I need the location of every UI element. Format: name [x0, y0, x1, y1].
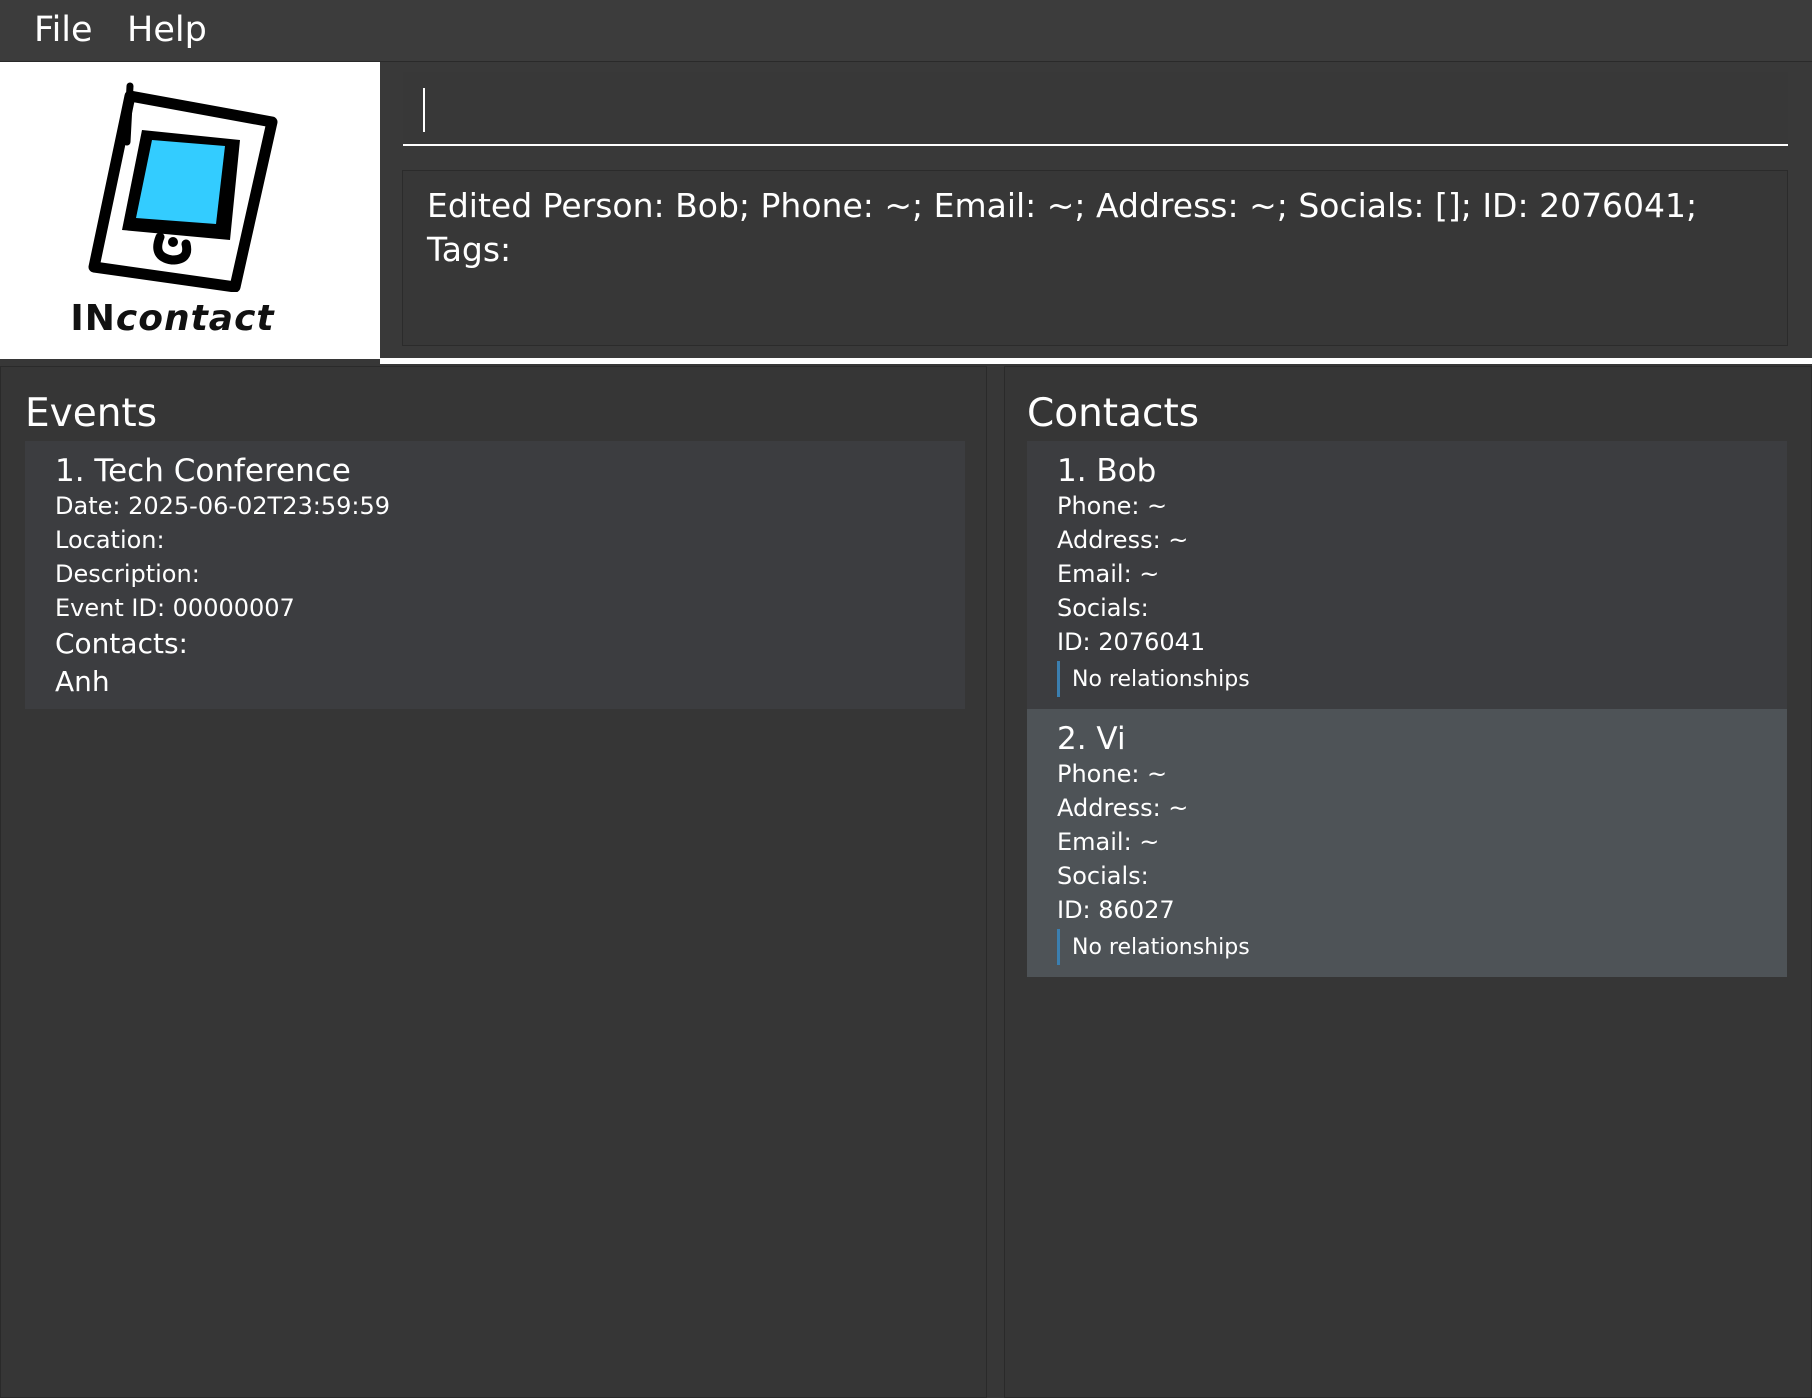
- contact-email: Email: ~: [1057, 828, 1160, 856]
- events-title: Events: [25, 391, 158, 436]
- contact-email: Email: ~: [1057, 560, 1160, 588]
- contact-address: Address: ~: [1057, 526, 1189, 554]
- result-display: Edited Person: Bob; Phone: ~; Email: ~; …: [402, 170, 1788, 346]
- contacts-panel: Contacts 1. Bob Phone: ~ Address: ~ Emai…: [1004, 366, 1812, 1398]
- command-box[interactable]: [403, 72, 1788, 146]
- logo-wordmark: INcontact: [70, 298, 275, 339]
- menu-bar: File Help: [0, 0, 1812, 62]
- contact-heading: 1. Bob: [1057, 453, 1157, 489]
- menu-help[interactable]: Help: [127, 8, 207, 52]
- relationship-bar: [1057, 929, 1060, 965]
- events-panel: Events 1. Tech Conference Date: 2025-06-…: [0, 366, 987, 1398]
- event-location: Location:: [55, 526, 165, 554]
- relationships-row: No relationships: [1057, 929, 1787, 965]
- text-caret: [423, 88, 425, 132]
- event-contact-name: Anh: [55, 665, 110, 698]
- menu-file[interactable]: File: [34, 8, 93, 52]
- contact-phone: Phone: ~: [1057, 492, 1168, 520]
- relationship-bar: [1057, 661, 1060, 697]
- contact-phone: Phone: ~: [1057, 760, 1168, 788]
- command-input[interactable]: [427, 82, 1767, 136]
- contact-card[interactable]: 1. Bob Phone: ~ Address: ~ Email: ~ Soci…: [1027, 441, 1787, 709]
- event-contacts-label: Contacts:: [55, 627, 188, 660]
- contact-socials: Socials:: [1057, 594, 1149, 622]
- event-description: Description:: [55, 560, 200, 588]
- relationships-label: No relationships: [1072, 934, 1250, 960]
- event-date: Date: 2025-06-02T23:59:59: [55, 492, 391, 520]
- event-card[interactable]: 1. Tech Conference Date: 2025-06-02T23:5…: [25, 441, 965, 709]
- phone-logo-icon: [88, 82, 278, 292]
- result-message: Edited Person: Bob; Phone: ~; Email: ~; …: [427, 186, 1698, 269]
- contact-heading: 2. Vi: [1057, 721, 1126, 757]
- contact-card-selected[interactable]: 2. Vi Phone: ~ Address: ~ Email: ~ Socia…: [1027, 709, 1787, 977]
- relationships-row: No relationships: [1057, 661, 1787, 697]
- contact-socials: Socials:: [1057, 862, 1149, 890]
- logo-panel: INcontact: [0, 62, 380, 359]
- relationships-label: No relationships: [1072, 666, 1250, 692]
- contact-id: ID: 2076041: [1057, 628, 1206, 656]
- event-heading: 1. Tech Conference: [55, 453, 351, 489]
- contact-id: ID: 86027: [1057, 896, 1175, 924]
- contact-address: Address: ~: [1057, 794, 1189, 822]
- event-id: Event ID: 00000007: [55, 594, 295, 622]
- contacts-title: Contacts: [1027, 391, 1200, 436]
- divider: [380, 358, 1812, 364]
